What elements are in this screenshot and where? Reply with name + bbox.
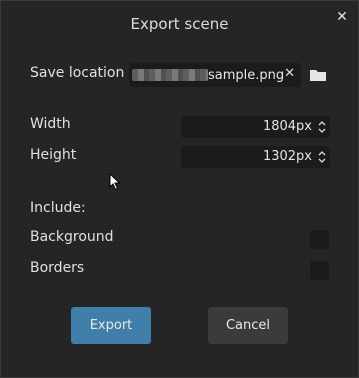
- background-checkbox[interactable]: [310, 230, 329, 249]
- width-label: Width: [30, 116, 71, 132]
- export-scene-dialog: Export scene ✕ Save location sample.png …: [0, 0, 359, 378]
- folder-icon[interactable]: [309, 68, 327, 82]
- height-stepper-icon[interactable]: [318, 150, 326, 164]
- borders-label: Borders: [30, 260, 85, 276]
- blurred-path: [132, 69, 208, 81]
- width-input[interactable]: 1804px: [181, 116, 330, 138]
- mouse-cursor-icon: [109, 173, 121, 191]
- height-label: Height: [30, 147, 77, 163]
- cancel-button[interactable]: Cancel: [208, 307, 288, 344]
- width-value: 1804px: [262, 119, 312, 134]
- save-location-label: Save location: [30, 65, 125, 81]
- width-stepper-icon[interactable]: [318, 120, 326, 134]
- clear-icon[interactable]: ✕: [284, 66, 295, 81]
- dialog-title: Export scene: [130, 15, 229, 33]
- include-label: Include:: [30, 200, 86, 216]
- background-label: Background: [30, 229, 114, 245]
- close-icon[interactable]: ✕: [332, 7, 352, 27]
- borders-checkbox[interactable]: [310, 261, 329, 280]
- height-input[interactable]: 1302px: [181, 146, 330, 168]
- file-name: sample.png: [208, 67, 285, 83]
- save-location-field[interactable]: sample.png ✕: [129, 63, 301, 87]
- height-value: 1302px: [262, 149, 312, 164]
- export-button[interactable]: Export: [71, 307, 151, 344]
